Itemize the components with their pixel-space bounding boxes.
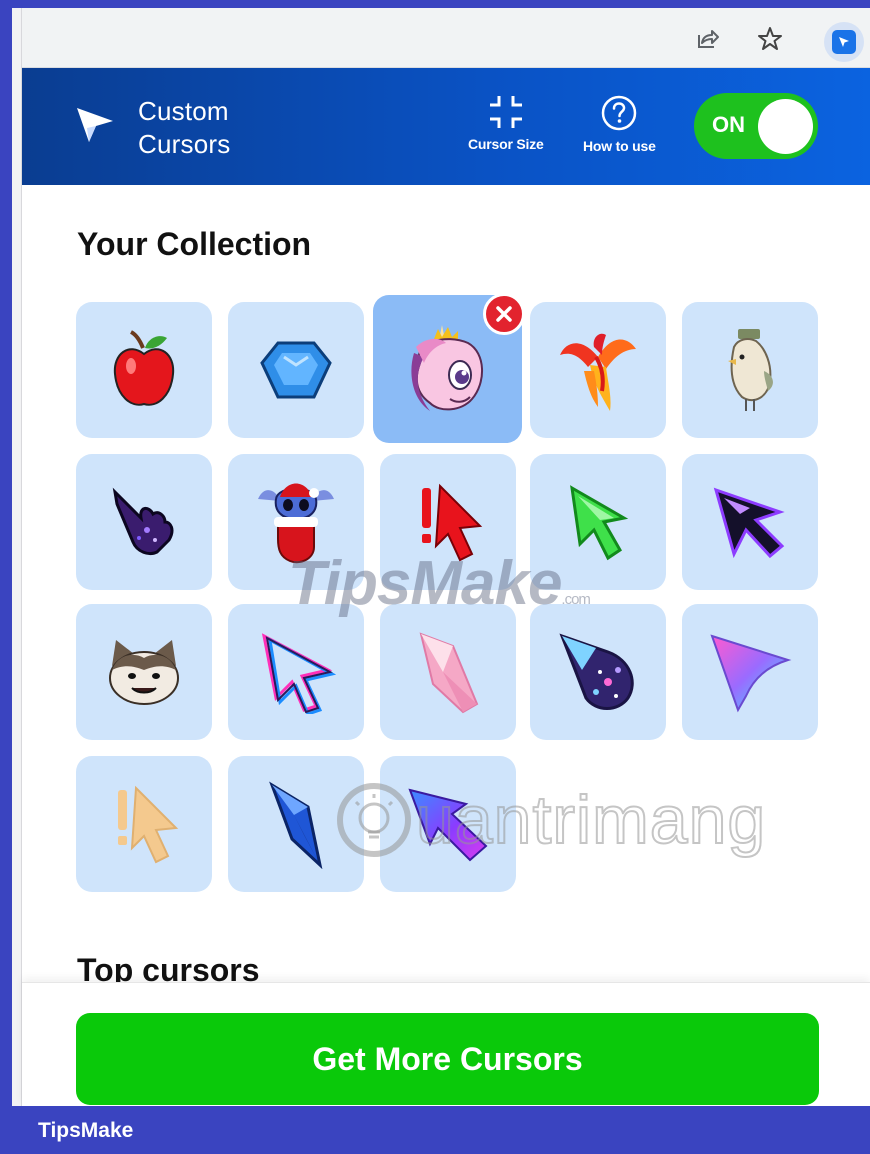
bird-cursor-icon (728, 329, 773, 411)
cursor-logo-icon (74, 104, 116, 151)
blue-crystal-cursor-icon (269, 781, 323, 869)
quantrimang-watermark: uantrimang (334, 780, 766, 860)
window-frame-left (0, 0, 12, 1154)
collection-cursor-tile[interactable] (380, 604, 516, 740)
background-page-edge (12, 8, 22, 1108)
collection-cursor-tile[interactable] (530, 302, 666, 438)
your-collection-heading: Your Collection (77, 226, 312, 262)
collection-cursor-tile[interactable] (682, 302, 818, 438)
remove-cursor-button[interactable] (483, 293, 525, 335)
extension-header: Custom Cursors Cursor Size How to use ON (22, 68, 870, 185)
galaxy-hand-cursor-icon (112, 487, 174, 556)
get-more-cursors-button[interactable]: Get More Cursors (76, 1013, 819, 1105)
bookmark-star-icon[interactable] (753, 22, 787, 56)
app-title-line1: Custom (138, 96, 229, 126)
app-title: Custom Cursors (138, 95, 230, 161)
screen: Custom Cursors Cursor Size How to use ON (0, 0, 870, 1154)
toggle-label: ON (712, 112, 745, 137)
collection-cursor-tile[interactable] (228, 302, 364, 438)
pony-cursor-icon (410, 325, 483, 411)
quantrimang-watermark-text: uantrimang (415, 781, 767, 859)
how-to-use-label: How to use (583, 138, 656, 154)
shrink-arrows-icon (489, 96, 522, 128)
share-icon[interactable] (690, 22, 724, 56)
collection-cursor-tile[interactable] (76, 454, 212, 590)
apple-cursor-icon (113, 330, 175, 406)
holographic-arrow-cursor-icon (710, 634, 792, 713)
cursor-size-label: Cursor Size (468, 136, 544, 152)
collection-cursor-tile[interactable] (76, 604, 212, 740)
browser-toolbar (22, 8, 870, 68)
collection-cursor-tile[interactable] (530, 604, 666, 740)
popcat-cursor-icon (109, 640, 179, 705)
collection-cursor-tile[interactable] (76, 302, 212, 438)
tipsmake-watermark: TipsMake.com (288, 548, 591, 619)
collection-cursor-tile[interactable] (76, 756, 212, 892)
collection-cursor-tile[interactable] (682, 454, 818, 590)
close-icon (496, 306, 512, 322)
cursor-size-button[interactable]: Cursor Size (468, 94, 544, 152)
window-frame-top (0, 0, 870, 8)
toggle-knob (758, 99, 813, 154)
extension-button[interactable] (824, 22, 864, 62)
pink-crystal-cursor-icon (419, 632, 479, 714)
collection-cursor-tile[interactable] (682, 604, 818, 740)
custom-cursor-extension-icon (832, 30, 856, 54)
tipsmake-watermark-suffix: .com (561, 591, 590, 608)
pixel-purple-arrow-cursor-icon (713, 487, 785, 559)
help-circle-icon (602, 95, 637, 131)
how-to-use-button[interactable]: How to use (583, 94, 656, 154)
app-title-line2: Cursors (138, 129, 231, 159)
tipsmake-watermark-text: TipsMake (288, 549, 562, 618)
collection-cursor-tile[interactable] (228, 604, 364, 740)
brand-bar-label: TipsMake (38, 1119, 134, 1142)
brand-bar: TipsMake (0, 1106, 870, 1154)
phoenix-cursor-icon (560, 333, 636, 411)
space-bubble-cursor-icon (559, 633, 634, 710)
lightbulb-logo-icon (337, 783, 411, 857)
neon-outline-arrow-cursor-icon (261, 633, 336, 714)
blue-gem-cursor-icon (260, 341, 332, 399)
beige-alert-arrow-cursor-icon (118, 785, 179, 864)
extension-on-toggle[interactable]: ON (694, 93, 818, 159)
